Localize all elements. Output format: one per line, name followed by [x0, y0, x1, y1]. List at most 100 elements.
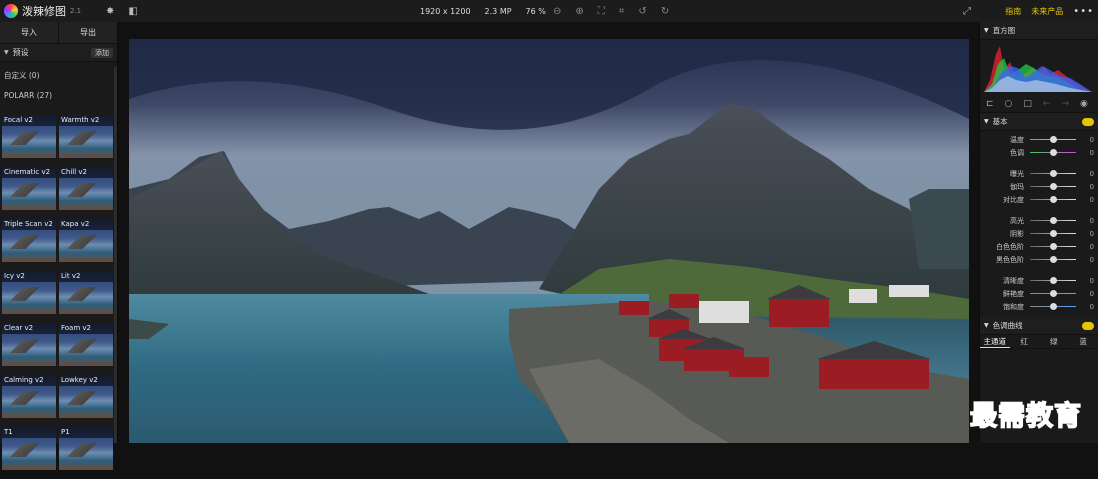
collapse-arrow-icon: ▼	[984, 27, 989, 34]
slider-knob[interactable]	[1050, 136, 1057, 143]
adjustment-slider: 清晰度0	[980, 274, 1098, 287]
settings-icon[interactable]: ✸	[106, 6, 114, 17]
preset-thumbnail[interactable]: Triple Scan v2	[2, 219, 56, 262]
fit-screen-icon[interactable]: ⛶	[598, 6, 605, 17]
slider-knob[interactable]	[1050, 170, 1057, 177]
preset-thumbnail[interactable]: Kapa v2	[59, 219, 113, 262]
zoom-in-icon[interactable]: ⊕	[575, 6, 583, 17]
back-arrow-icon[interactable]: ←	[1043, 99, 1051, 109]
square-mask-icon[interactable]: □	[1023, 99, 1032, 109]
watermark-logo: 最需教育	[970, 394, 1082, 433]
preset-thumbnail[interactable]: Lit v2	[59, 271, 113, 314]
preset-thumbnail[interactable]: P1	[59, 427, 113, 470]
tone-curve-toggle[interactable]	[1082, 322, 1094, 330]
slider-label: 对比度	[984, 195, 1024, 205]
collapse-arrow-icon: ▼	[4, 49, 9, 56]
redo-icon[interactable]: ↻	[661, 6, 669, 17]
basic-toggle[interactable]	[1082, 118, 1094, 126]
app-title: 泼辣修图	[22, 3, 66, 19]
slider-track[interactable]	[1030, 246, 1076, 247]
slider-knob[interactable]	[1050, 290, 1057, 297]
panel-toggle-icon[interactable]: ◧	[128, 6, 137, 17]
slider-track[interactable]	[1030, 306, 1076, 307]
preset-thumbnail[interactable]: Chill v2	[59, 167, 113, 210]
preset-thumbnail[interactable]: Foam v2	[59, 323, 113, 366]
curve-tab[interactable]: 红	[1010, 335, 1040, 348]
fullscreen-icon[interactable]: ⤢	[963, 6, 971, 17]
slider-knob[interactable]	[1050, 217, 1057, 224]
preset-thumbnail[interactable]: Cinematic v2	[2, 167, 56, 210]
photo-canvas[interactable]	[129, 39, 969, 443]
curve-tab[interactable]: 蓝	[1069, 335, 1098, 348]
thumbnail-image	[65, 131, 103, 145]
preset-label: Clear v2	[2, 323, 56, 334]
circle-mask-icon[interactable]: ○	[1005, 99, 1013, 109]
slider-knob[interactable]	[1050, 256, 1057, 263]
slider-value: 0	[1090, 303, 1094, 311]
more-icon[interactable]: •••	[1073, 6, 1094, 17]
forward-arrow-icon[interactable]: →	[1061, 99, 1069, 109]
slider-track[interactable]	[1030, 199, 1076, 200]
guide-link[interactable]: 指南	[1005, 6, 1021, 17]
slider-knob[interactable]	[1050, 277, 1057, 284]
left-scrollbar[interactable]	[114, 67, 117, 443]
slider-track[interactable]	[1030, 259, 1076, 260]
custom-group[interactable]: 自定义 (0)	[0, 65, 117, 85]
preset-thumbnail[interactable]: Calming v2	[2, 375, 56, 418]
slider-value: 0	[1090, 230, 1094, 238]
slider-label: 黑色色阶	[984, 255, 1024, 265]
slider-track[interactable]	[1030, 139, 1076, 140]
preset-thumbnail[interactable]: T1	[2, 427, 56, 470]
preset-thumbnail[interactable]: Clear v2	[2, 323, 56, 366]
slider-knob[interactable]	[1050, 230, 1057, 237]
thumbnail-image	[65, 235, 103, 249]
eye-icon[interactable]: ◉	[1080, 99, 1088, 109]
curve-tab[interactable]: 绿	[1039, 335, 1069, 348]
slider-track[interactable]	[1030, 293, 1076, 294]
slider-label: 高光	[984, 216, 1024, 226]
adjustment-slider: 色调0	[980, 146, 1098, 159]
landscape-image	[129, 39, 969, 443]
preset-thumbnail[interactable]: Icy v2	[2, 271, 56, 314]
slider-knob[interactable]	[1050, 149, 1057, 156]
preset-thumbnail[interactable]: Lowkey v2	[59, 375, 113, 418]
histogram-label: 直方图	[993, 25, 1016, 36]
slider-track[interactable]	[1030, 233, 1076, 234]
export-button[interactable]: 导出	[58, 22, 117, 43]
adjustment-slider: 对比度0	[980, 193, 1098, 206]
preset-row: Calming v2Lowkey v2	[2, 375, 114, 418]
thumbnail-image	[65, 443, 103, 457]
slider-knob[interactable]	[1050, 196, 1057, 203]
slider-knob[interactable]	[1050, 183, 1057, 190]
zoom-out-icon[interactable]: ⊖	[553, 6, 561, 17]
resolution-text: 1920 x 1200	[420, 7, 471, 16]
preset-thumbnail[interactable]: Warmth v2	[59, 115, 113, 158]
slider-track[interactable]	[1030, 173, 1076, 174]
slider-knob[interactable]	[1050, 243, 1057, 250]
slider-track[interactable]	[1030, 152, 1076, 153]
slider-track[interactable]	[1030, 220, 1076, 221]
crop-icon[interactable]: ⊏	[986, 99, 994, 109]
slider-label: 伽玛	[984, 182, 1024, 192]
presets-header[interactable]: ▼ 预设 添加	[0, 44, 117, 62]
image-stats: 1920 x 1200 2.3 MP 76 %	[420, 7, 546, 16]
future-products-link[interactable]: 未来产品	[1031, 6, 1063, 17]
add-preset-button[interactable]: 添加	[91, 48, 113, 58]
slider-label: 色调	[984, 148, 1024, 158]
polarr-group[interactable]: POLARR (27)	[0, 85, 117, 105]
tone-curve-header[interactable]: ▼ 色调曲线	[980, 317, 1098, 335]
basic-header[interactable]: ▼ 基本	[980, 113, 1098, 131]
import-button[interactable]: 导入	[0, 22, 58, 43]
preset-label: T1	[2, 427, 56, 438]
slider-track[interactable]	[1030, 186, 1076, 187]
curve-tab[interactable]: 主通道	[980, 335, 1010, 348]
presets-label: 预设	[13, 47, 29, 58]
slider-track[interactable]	[1030, 280, 1076, 281]
grid-icon[interactable]: ⌗	[619, 6, 625, 17]
preset-thumbnail[interactable]: Focal v2	[2, 115, 56, 158]
slider-knob[interactable]	[1050, 303, 1057, 310]
zoom-text[interactable]: 76 %	[526, 7, 546, 16]
histogram-header[interactable]: ▼ 直方图	[980, 22, 1098, 40]
slider-value: 0	[1090, 277, 1094, 285]
undo-icon[interactable]: ↺	[638, 6, 646, 17]
